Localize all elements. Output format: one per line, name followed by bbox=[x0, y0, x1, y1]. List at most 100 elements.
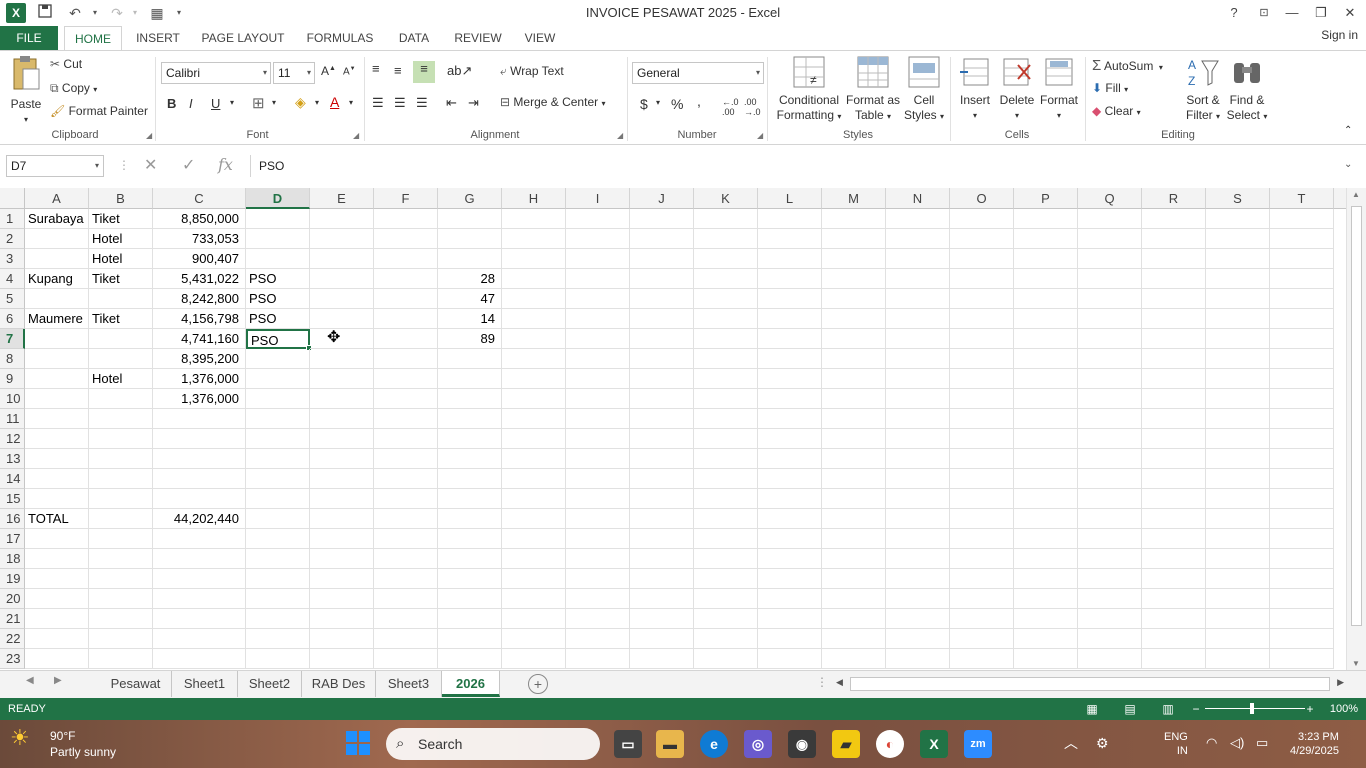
cell-s17[interactable] bbox=[1206, 529, 1270, 549]
align-left-icon[interactable]: ☰ bbox=[372, 95, 384, 111]
cell-i22[interactable] bbox=[566, 629, 630, 649]
file-explorer-icon[interactable]: ▬ bbox=[656, 730, 684, 758]
cell-e18[interactable] bbox=[310, 549, 374, 569]
cell-j1[interactable] bbox=[630, 209, 694, 229]
font-dialog-launcher-icon[interactable]: ◢ bbox=[353, 131, 359, 140]
format-cells-button[interactable]: Format ▾ bbox=[1038, 55, 1080, 123]
zoom-app-icon[interactable]: zm bbox=[964, 730, 992, 758]
cell-t5[interactable] bbox=[1270, 289, 1334, 309]
cell-h1[interactable] bbox=[502, 209, 566, 229]
cell-b14[interactable] bbox=[89, 469, 153, 489]
cell-n7[interactable] bbox=[886, 329, 950, 349]
cell-q2[interactable] bbox=[1078, 229, 1142, 249]
cell-q16[interactable] bbox=[1078, 509, 1142, 529]
cell-c9[interactable]: 1,376,000 bbox=[153, 369, 246, 389]
cell-n23[interactable] bbox=[886, 649, 950, 669]
tab-insert[interactable]: INSERT bbox=[130, 26, 186, 50]
cell-n17[interactable] bbox=[886, 529, 950, 549]
cell-q15[interactable] bbox=[1078, 489, 1142, 509]
underline-dropdown-icon[interactable]: ▾ bbox=[230, 98, 234, 107]
column-header-g[interactable]: G bbox=[438, 188, 502, 209]
cell-l11[interactable] bbox=[758, 409, 822, 429]
cell-o2[interactable] bbox=[950, 229, 1014, 249]
cell-c8[interactable]: 8,395,200 bbox=[153, 349, 246, 369]
row-header-9[interactable]: 9 bbox=[0, 369, 25, 389]
cell-h11[interactable] bbox=[502, 409, 566, 429]
cell-l18[interactable] bbox=[758, 549, 822, 569]
row-header-15[interactable]: 15 bbox=[0, 489, 25, 509]
cell-c20[interactable] bbox=[153, 589, 246, 609]
cell-c14[interactable] bbox=[153, 469, 246, 489]
cell-d5[interactable]: PSO bbox=[246, 289, 310, 309]
cell-e15[interactable] bbox=[310, 489, 374, 509]
cell-j22[interactable] bbox=[630, 629, 694, 649]
cell-e10[interactable] bbox=[310, 389, 374, 409]
cell-r16[interactable] bbox=[1142, 509, 1206, 529]
cell-b13[interactable] bbox=[89, 449, 153, 469]
cell-i19[interactable] bbox=[566, 569, 630, 589]
column-header-a[interactable]: A bbox=[25, 188, 89, 209]
excel-taskbar-icon[interactable]: X bbox=[920, 730, 948, 758]
cell-e23[interactable] bbox=[310, 649, 374, 669]
cell-k9[interactable] bbox=[694, 369, 758, 389]
orientation-icon[interactable]: ab↗ bbox=[447, 63, 472, 79]
cell-d8[interactable] bbox=[246, 349, 310, 369]
cell-f3[interactable] bbox=[374, 249, 438, 269]
cell-n6[interactable] bbox=[886, 309, 950, 329]
cell-p23[interactable] bbox=[1014, 649, 1078, 669]
sticky-notes-icon[interactable]: ▰ bbox=[832, 730, 860, 758]
edge-browser-icon[interactable]: e bbox=[700, 730, 728, 758]
cell-s13[interactable] bbox=[1206, 449, 1270, 469]
cell-r10[interactable] bbox=[1142, 389, 1206, 409]
cell-i16[interactable] bbox=[566, 509, 630, 529]
cell-q19[interactable] bbox=[1078, 569, 1142, 589]
cell-p5[interactable] bbox=[1014, 289, 1078, 309]
cell-c3[interactable]: 900,407 bbox=[153, 249, 246, 269]
cell-n4[interactable] bbox=[886, 269, 950, 289]
cell-m21[interactable] bbox=[822, 609, 886, 629]
column-header-e[interactable]: E bbox=[310, 188, 374, 209]
cell-f12[interactable] bbox=[374, 429, 438, 449]
cell-t8[interactable] bbox=[1270, 349, 1334, 369]
confirm-entry-icon[interactable]: ✓ bbox=[182, 155, 195, 175]
cell-f4[interactable] bbox=[374, 269, 438, 289]
cell-s21[interactable] bbox=[1206, 609, 1270, 629]
cell-f22[interactable] bbox=[374, 629, 438, 649]
row-header-22[interactable]: 22 bbox=[0, 629, 25, 649]
cell-b12[interactable] bbox=[89, 429, 153, 449]
cell-l16[interactable] bbox=[758, 509, 822, 529]
cell-i20[interactable] bbox=[566, 589, 630, 609]
cell-m5[interactable] bbox=[822, 289, 886, 309]
alignment-dialog-launcher-icon[interactable]: ◢ bbox=[617, 131, 623, 140]
cell-o6[interactable] bbox=[950, 309, 1014, 329]
cell-g20[interactable] bbox=[438, 589, 502, 609]
number-dialog-launcher-icon[interactable]: ◢ bbox=[757, 131, 763, 140]
cell-s19[interactable] bbox=[1206, 569, 1270, 589]
cell-f17[interactable] bbox=[374, 529, 438, 549]
cell-m4[interactable] bbox=[822, 269, 886, 289]
cell-e11[interactable] bbox=[310, 409, 374, 429]
select-all-corner[interactable] bbox=[0, 188, 25, 209]
sheet-tab-pesawat[interactable]: Pesawat bbox=[100, 671, 172, 697]
cell-l2[interactable] bbox=[758, 229, 822, 249]
close-button[interactable]: ✕ bbox=[1336, 2, 1364, 24]
cell-b10[interactable] bbox=[89, 389, 153, 409]
cell-c7[interactable]: 4,741,160 bbox=[153, 329, 246, 349]
cell-s1[interactable] bbox=[1206, 209, 1270, 229]
cell-f5[interactable] bbox=[374, 289, 438, 309]
column-header-k[interactable]: K bbox=[694, 188, 758, 209]
cell-t15[interactable] bbox=[1270, 489, 1334, 509]
cell-d11[interactable] bbox=[246, 409, 310, 429]
cell-k10[interactable] bbox=[694, 389, 758, 409]
ribbon-display-options-icon[interactable]: ⊡ bbox=[1250, 2, 1278, 24]
cell-f14[interactable] bbox=[374, 469, 438, 489]
cell-f13[interactable] bbox=[374, 449, 438, 469]
cell-r9[interactable] bbox=[1142, 369, 1206, 389]
zoom-level[interactable]: 100% bbox=[1330, 698, 1358, 720]
cell-h23[interactable] bbox=[502, 649, 566, 669]
tab-view[interactable]: VIEW bbox=[518, 26, 562, 50]
chrome-browser-icon[interactable]: ◐ bbox=[876, 730, 904, 758]
cell-n11[interactable] bbox=[886, 409, 950, 429]
cell-i17[interactable] bbox=[566, 529, 630, 549]
cell-g21[interactable] bbox=[438, 609, 502, 629]
